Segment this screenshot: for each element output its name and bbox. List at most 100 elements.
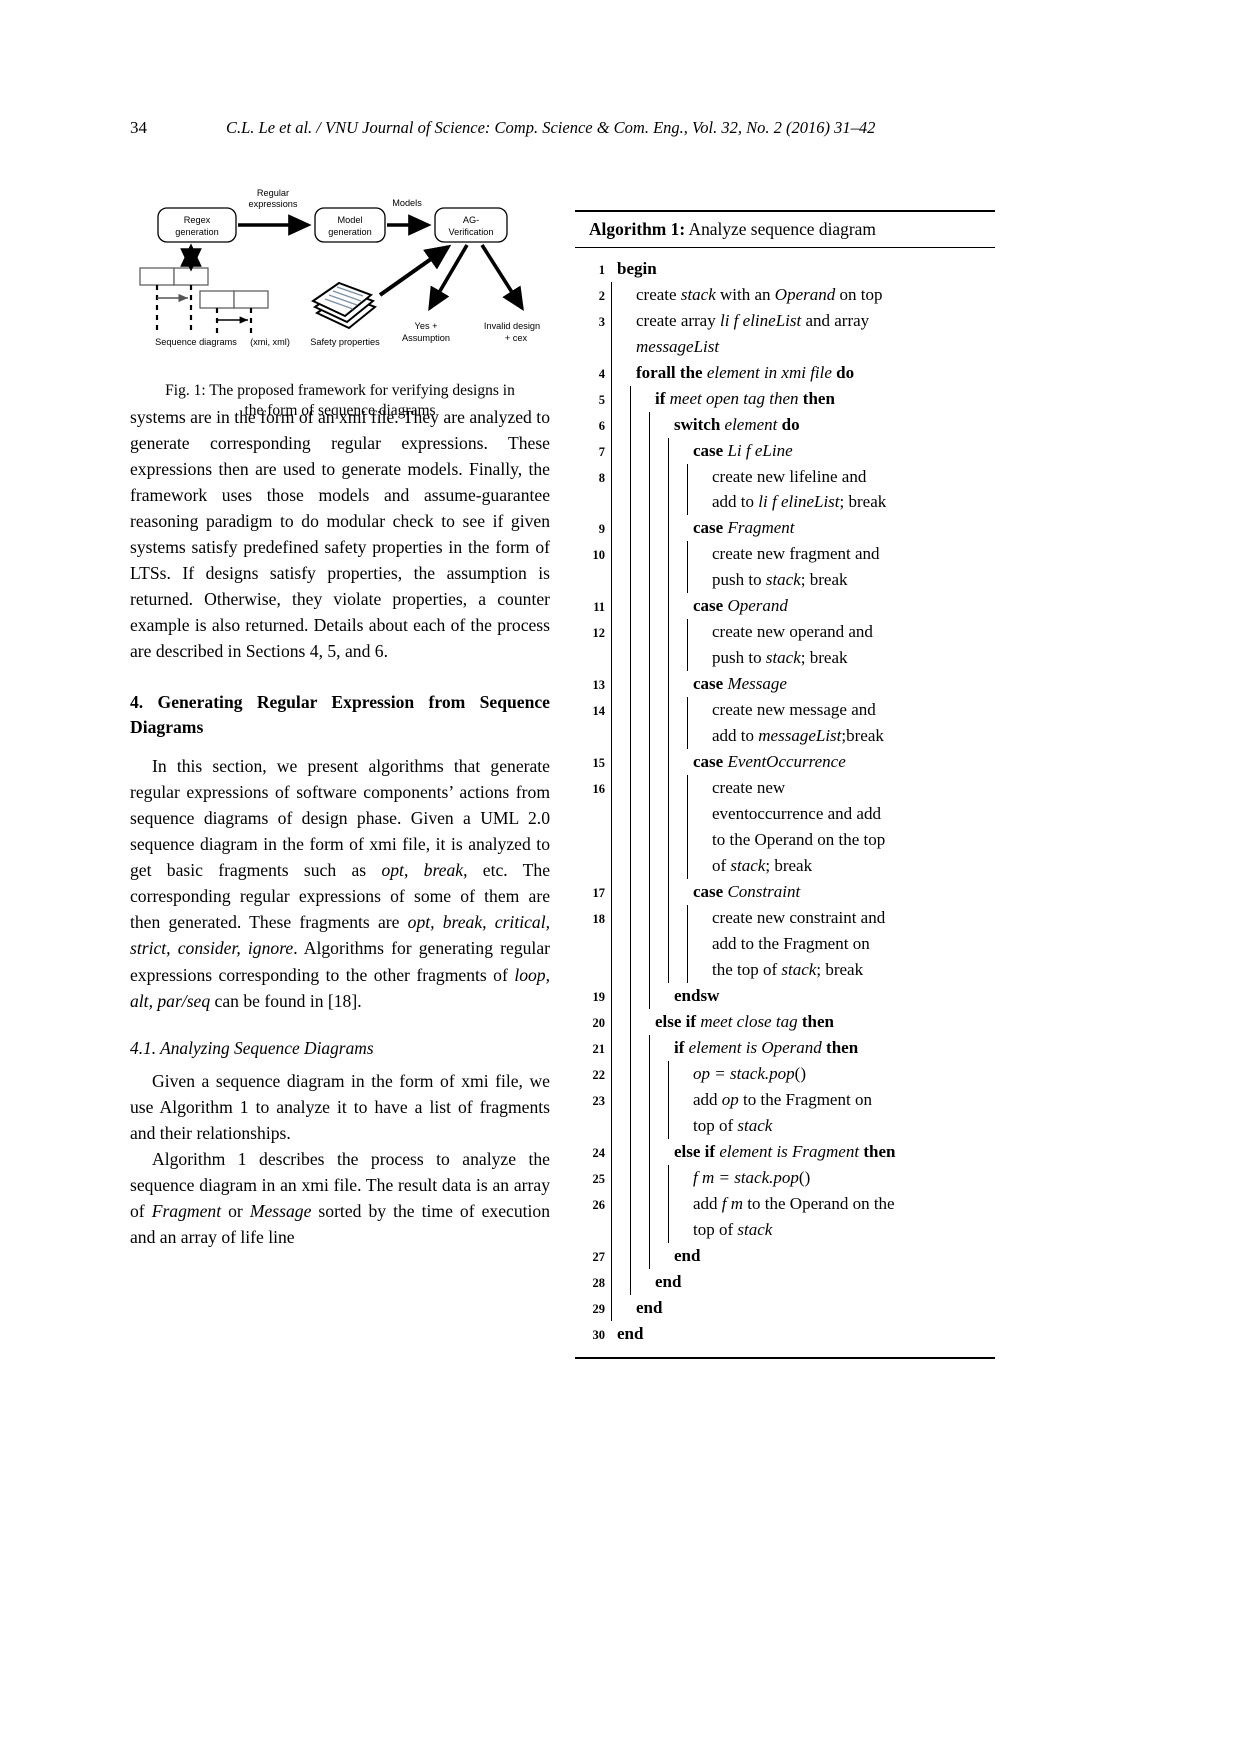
algorithm-line-number: 4: [598, 366, 605, 381]
algorithm-line: push to stack; break: [575, 567, 995, 594]
algorithm-indent-rail: [611, 567, 630, 594]
algorithm-indent-rail: [611, 1191, 630, 1218]
algorithm-indent-rail: [611, 307, 630, 334]
algorithm-indent-rail: [630, 983, 649, 1010]
algorithm-indent-rail: [611, 541, 630, 568]
algorithm-line-text: op = stack.pop(): [693, 1064, 806, 1084]
algorithm-indent-rails: [611, 697, 706, 724]
algorithm-indent-rails: [611, 827, 706, 854]
algorithm-line-text: if element is Operand then: [674, 1038, 859, 1058]
algorithm-indent-rails: [611, 1113, 687, 1140]
algorithm-indent-rail: [630, 671, 649, 698]
algorithm-line-text: begin: [617, 258, 657, 278]
algorithm-indent-rail: [630, 749, 649, 776]
algorithm-line-text: eventoccurrence and add: [712, 804, 881, 824]
algorithm-line-text: create new lifeline and: [712, 466, 867, 486]
algorithm-indent-rail: [668, 489, 687, 516]
algorithm-indent-rail: [668, 853, 687, 880]
algorithm-line-number: [575, 567, 611, 572]
algorithm-indent-rail: [649, 801, 668, 828]
algorithm-indent-rail: [649, 619, 668, 646]
algorithm-line-text: create new operand and: [712, 622, 873, 642]
algorithm-indent-rail: [668, 1217, 687, 1244]
algorithm-indent-rail: [649, 931, 668, 958]
algorithm-indent-rail: [611, 931, 630, 958]
para2-italic-opt: opt: [381, 860, 404, 881]
edge-label-regular-expressions-2: expressions: [248, 199, 297, 209]
algorithm-line: the top of stack; break: [575, 957, 995, 984]
algorithm-line: 14 create new message and: [575, 697, 995, 724]
algorithm-indent-rail: [630, 437, 649, 464]
algorithm-indent-rails: [611, 723, 706, 750]
algorithm-line: 29 end: [575, 1295, 995, 1321]
figure-label-yes-2: Assumption: [402, 333, 450, 343]
algorithm-indent-rail: [649, 1113, 668, 1140]
para2-part-e: can be found in [18].: [210, 990, 362, 1011]
algorithm-indent-rail: [649, 567, 668, 594]
node-model-generation-label-2: generation: [328, 227, 371, 237]
algorithm-indent-rail: [611, 983, 630, 1010]
algorithm-indent-rail: [668, 1165, 687, 1192]
algorithm-indent-rail: [611, 1165, 630, 1192]
algorithm-indent-rail: [668, 749, 687, 776]
algorithm-line: 16 create new: [575, 775, 995, 802]
node-ag-verification-label-1: AG-: [463, 215, 479, 225]
algorithm-line: 15 case EventOccurrence: [575, 749, 995, 776]
algorithm-indent-rail: [668, 437, 687, 464]
algorithm-line-text: push to stack; break: [712, 648, 848, 668]
algorithm-line-text: if meet open tag then then: [655, 388, 835, 408]
algorithm-indent-rails: [611, 801, 706, 828]
algorithm-line-text: add to the Fragment on: [712, 934, 870, 954]
algorithm-line-text: case Constraint: [693, 882, 801, 902]
algorithm-indent-rails: [611, 489, 706, 516]
algorithm-indent-rails: [611, 983, 668, 1010]
node-regex-generation: Regex generation: [157, 207, 237, 243]
algorithm-indent-rail: [668, 879, 687, 906]
algorithm-indent-rail: [649, 853, 668, 880]
algorithm-line: top of stack: [575, 1113, 995, 1140]
algorithm-indent-rails: [611, 957, 706, 984]
algorithm-line: push to stack; break: [575, 645, 995, 672]
node-ag-verification: AG- Verification: [434, 207, 508, 243]
algorithm-indent-rails: [611, 1087, 687, 1114]
algorithm-indent-rail: [649, 1139, 668, 1166]
algorithm-line-number: 8: [598, 470, 605, 485]
algorithm-indent-rails: [611, 905, 706, 932]
algorithm-indent-rail: [687, 775, 706, 802]
algorithm-line: 4 forall the element in xmi file do: [575, 359, 995, 386]
algorithm-indent-rail: [630, 957, 649, 984]
algorithm-indent-rail: [611, 905, 630, 932]
algorithm-line-text: the top of stack; break: [712, 960, 864, 980]
para2-italic-break: break: [423, 860, 464, 881]
algorithm-title-label: Algorithm 1:: [589, 219, 686, 239]
algorithm-indent-rail: [687, 957, 706, 984]
algorithm-indent-rail: [687, 827, 706, 854]
figure-caption-line-1: Fig. 1: The proposed framework for verif…: [165, 382, 515, 399]
algorithm-indent-rail: [668, 1061, 687, 1088]
algorithm-indent-rail: [630, 593, 649, 620]
node-ag-verification-label-2: Verification: [449, 227, 494, 237]
algorithm-line: 24 else if element is Fragment then: [575, 1139, 995, 1166]
algorithm-indent-rail: [611, 463, 630, 490]
algorithm-indent-rail: [649, 749, 668, 776]
algorithm-indent-rail: [630, 515, 649, 542]
algorithm-indent-rail: [611, 645, 630, 672]
algorithm-line: 11 case Operand: [575, 593, 995, 620]
algorithm-indent-rail: [649, 775, 668, 802]
algorithm-indent-rails: [611, 437, 687, 464]
algorithm-indent-rail: [649, 1243, 668, 1270]
page-number: 34: [130, 118, 147, 137]
algorithm-line: 18 create new constraint and: [575, 905, 995, 932]
algorithm-line-number: [575, 645, 611, 650]
algorithm-indent-rails: [611, 879, 687, 906]
figure-label-invalid-2: + cex: [505, 333, 528, 343]
algorithm-line-text: end: [636, 1298, 663, 1317]
algorithm-indent-rail: [630, 853, 649, 880]
algorithm-indent-rails: [611, 359, 630, 386]
figure-label-yes-1: Yes +: [415, 321, 438, 331]
algorithm-indent-rail: [649, 411, 668, 438]
algorithm-line: add to li f elineList; break: [575, 489, 995, 516]
algorithm-indent-rail: [668, 957, 687, 984]
figure-caption-line-2: the form of sequence diagrams: [244, 402, 436, 420]
algorithm-line: 26 add f m to the Operand on the: [575, 1191, 995, 1218]
